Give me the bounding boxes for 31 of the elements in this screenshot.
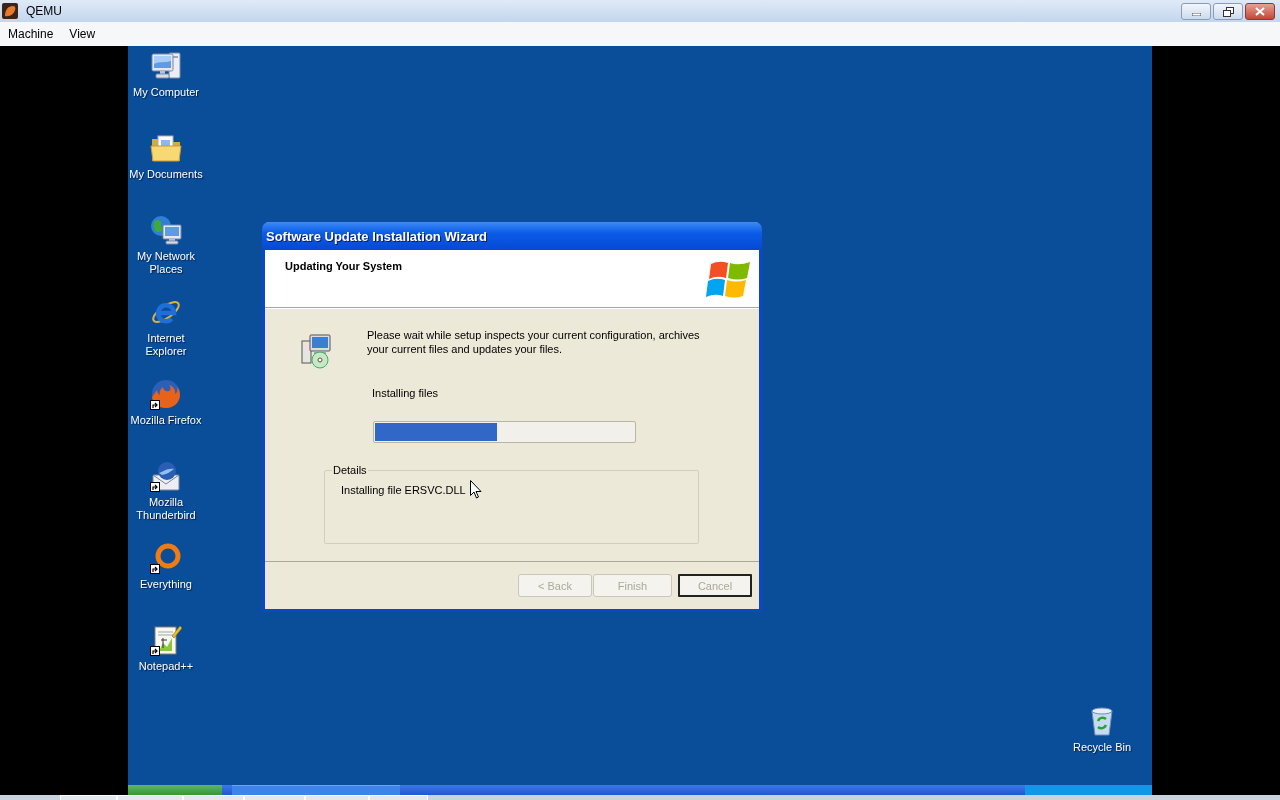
menu-item[interactable]: View [63, 25, 102, 43]
details-text: Installing file ERSVC.DLL [341, 483, 466, 497]
start-button[interactable] [128, 785, 222, 795]
globe-monitor-icon[interactable] [150, 214, 182, 246]
desktop-icon-label[interactable]: Mozilla Thunderbird [128, 496, 204, 522]
envelope-bird-icon[interactable] [150, 460, 182, 492]
window-title: QEMU [26, 4, 62, 18]
desktop-icon-label[interactable]: My Documents [128, 168, 204, 181]
close-icon [1255, 7, 1265, 16]
app-logo-icon [2, 3, 18, 19]
close-button[interactable] [1245, 3, 1275, 20]
progress-label: Installing files [372, 386, 439, 400]
dialog-title: Software Update Installation Wizard [266, 228, 487, 244]
minimize-icon [1191, 12, 1201, 16]
desktop-icon-label[interactable]: Everything [128, 578, 204, 591]
dialog-heading: Updating Your System [285, 260, 402, 272]
restore-icon [1222, 6, 1234, 17]
restore-button[interactable] [1213, 3, 1243, 20]
desktop-icon-label[interactable]: Notepad++ [128, 660, 204, 673]
desktop-icon-label[interactable]: My Network Places [128, 250, 204, 276]
fox-globe-icon[interactable] [150, 378, 182, 410]
folder-icon[interactable] [150, 132, 182, 164]
menu-item[interactable]: Machine [2, 25, 60, 43]
details-legend: Details [332, 464, 368, 477]
mouse-pointer-icon [470, 480, 482, 499]
computer-icon[interactable] [150, 50, 182, 82]
desktop-icon-label[interactable]: My Computer [128, 86, 204, 99]
desktop-icon-label[interactable]: Mozilla Firefox [128, 414, 204, 427]
dialog-message: Please wait while setup inspects your current configuration, archives your current files and updates your files. [367, 328, 701, 357]
desktop-icon-label[interactable]: Internet Explorer [128, 332, 204, 358]
desktop-icon-label[interactable]: Recycle Bin [1064, 741, 1140, 754]
